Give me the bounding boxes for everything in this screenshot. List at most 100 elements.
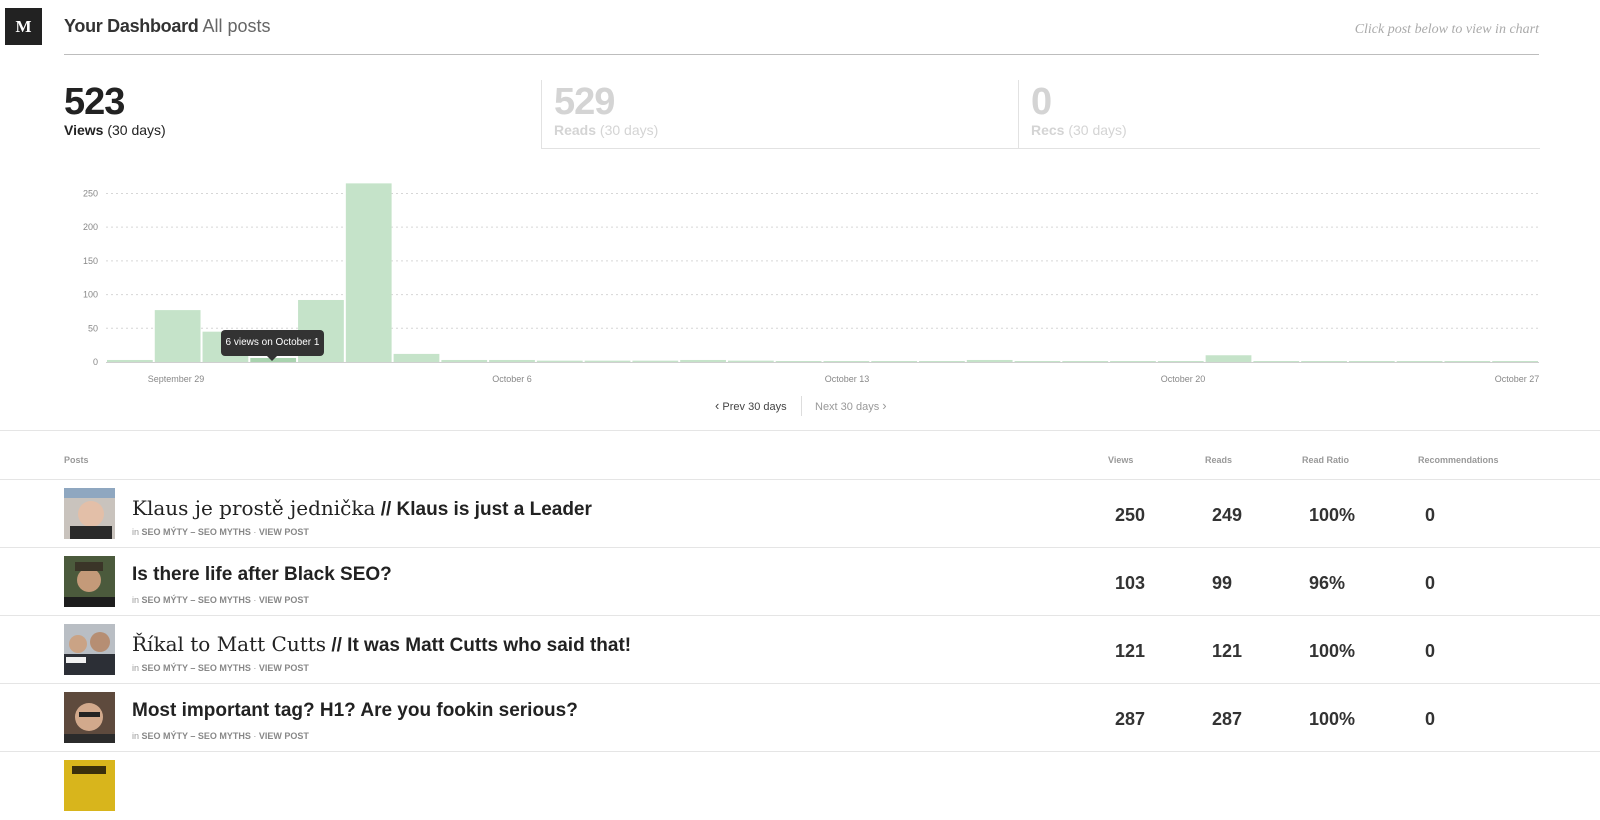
cell-recommendations: 0	[1425, 641, 1436, 661]
meta-in: in	[132, 595, 140, 605]
post-title[interactable]: Most important tag? H1? Are you fookin s…	[132, 700, 578, 722]
views-chart: 0 50 100 150 200 250 September 29 October 6 Octo…	[83, 183, 1540, 384]
medium-logo[interactable]: M	[5, 8, 42, 45]
chart-tooltip: 6 views on October 1	[221, 330, 324, 361]
chart-bar[interactable]	[1205, 355, 1252, 362]
meta-in: in	[132, 527, 140, 537]
chart-bar[interactable]	[1348, 361, 1395, 362]
y-tick-label: 250	[83, 188, 98, 198]
post-meta: in SEO MÝTY – SEO MYTHS · VIEW POST	[132, 731, 309, 741]
chevron-right-icon: ›	[882, 398, 887, 413]
post-title[interactable]: Klaus je prostě jednička // Klaus is jus…	[132, 496, 592, 521]
column-header-views[interactable]: Views	[1108, 455, 1133, 465]
publication-link[interactable]: SEO MÝTY – SEO MYTHS	[142, 527, 251, 537]
publication-link[interactable]: SEO MÝTY – SEO MYTHS	[142, 595, 251, 605]
chart-bar[interactable]	[727, 360, 774, 362]
prev-30-days-button[interactable]: ‹ Prev 30 days	[715, 398, 787, 413]
chart-bar[interactable]	[680, 359, 726, 362]
column-header-posts[interactable]: Posts	[64, 455, 89, 465]
chart-bar[interactable]	[1253, 361, 1300, 362]
stat-recs-period: (30 days)	[1068, 122, 1127, 138]
next-30-days-label: Next 30 days	[815, 401, 880, 413]
chart-bar[interactable]	[107, 359, 153, 362]
column-header-read-ratio[interactable]: Read Ratio	[1302, 455, 1349, 465]
table-row[interactable]: Most important tag? H1? Are you fookin s…	[0, 683, 1600, 752]
page-title: Your Dashboard All posts	[64, 16, 271, 37]
stat-recs-tab[interactable]: 0 Recs (30 days)	[1018, 80, 1540, 149]
post-meta: in SEO MÝTY – SEO MYTHS · VIEW POST	[132, 595, 309, 605]
chart-bar[interactable]	[584, 360, 631, 362]
table-row[interactable]: Říkal to Matt Cutts // It was Matt Cutts…	[0, 615, 1600, 684]
chart-bar[interactable]	[1157, 361, 1204, 362]
table-row[interactable]: Is there life after Black SEO? in SEO MÝ…	[0, 547, 1600, 616]
post-thumbnail	[64, 556, 115, 607]
post-thumbnail	[64, 624, 115, 675]
y-tick-label: 200	[83, 222, 98, 232]
column-header-reads[interactable]: Reads	[1205, 455, 1232, 465]
stat-recs-label: Recs (30 days)	[1031, 122, 1127, 138]
publication-link[interactable]: SEO MÝTY – SEO MYTHS	[142, 731, 251, 741]
x-tick-label: October 13	[825, 374, 870, 384]
chart-bar[interactable]	[1014, 361, 1061, 362]
stat-reads-tab[interactable]: 529 Reads (30 days)	[541, 80, 1018, 149]
post-title-lead: Klaus je prostě jednička	[132, 496, 376, 520]
meta-in: in	[132, 731, 140, 741]
post-thumbnail-image	[64, 624, 115, 675]
chart-bar[interactable]	[154, 310, 201, 362]
stat-reads-label-text: Reads	[554, 122, 597, 138]
chart-bar[interactable]	[345, 183, 392, 362]
stat-views-label-text: Views	[64, 122, 104, 138]
post-title[interactable]: Říkal to Matt Cutts // It was Matt Cutts…	[132, 632, 631, 657]
table-row[interactable]: Klaus je prostě jednička // Klaus is jus…	[0, 479, 1600, 548]
chart-hint: Click post below to view in chart	[1354, 22, 1539, 37]
column-header-recommendations[interactable]: Recommendations	[1418, 455, 1499, 465]
pager-divider	[801, 396, 802, 416]
chart-bar[interactable]	[1062, 361, 1109, 362]
cell-views: 121	[1115, 641, 1146, 661]
cell-views: 287	[1115, 709, 1146, 729]
prev-30-days-label: Prev 30 days	[722, 401, 787, 413]
chart-bar[interactable]	[536, 360, 583, 362]
view-post-link[interactable]: VIEW POST	[259, 731, 309, 741]
post-title-rest: // It was Matt Cutts who said that!	[331, 635, 632, 656]
chart-bar[interactable]	[775, 361, 822, 362]
chart-bar[interactable]	[489, 359, 535, 362]
meta-in: in	[132, 663, 140, 673]
meta-sep: ·	[253, 663, 257, 673]
chart-bar[interactable]	[871, 361, 918, 362]
cell-reads: 287	[1212, 709, 1243, 729]
post-title[interactable]: Is there life after Black SEO?	[132, 564, 392, 586]
chart-bar[interactable]	[441, 359, 488, 362]
chart-bar[interactable]	[1301, 361, 1347, 362]
post-meta: in SEO MÝTY – SEO MYTHS · VIEW POST	[132, 663, 309, 673]
y-tick-label: 100	[83, 290, 98, 300]
cell-recommendations: 0	[1425, 709, 1436, 729]
view-post-link[interactable]: VIEW POST	[259, 663, 309, 673]
stat-views-tab[interactable]: 523 Views (30 days)	[64, 80, 540, 148]
stat-views-value: 523	[64, 81, 125, 123]
chart-bar[interactable]	[1492, 361, 1538, 362]
post-thumbnail-image	[64, 760, 115, 811]
publication-link[interactable]: SEO MÝTY – SEO MYTHS	[142, 663, 251, 673]
table-divider	[0, 430, 1600, 431]
view-post-link[interactable]: VIEW POST	[259, 595, 309, 605]
stat-views-label: Views (30 days)	[64, 122, 166, 138]
chart-bar[interactable]	[919, 361, 965, 362]
cell-views: 103	[1115, 573, 1146, 593]
chart-bar[interactable]	[393, 353, 440, 362]
chart-bar[interactable]	[632, 360, 679, 362]
next-30-days-button[interactable]: Next 30 days ›	[815, 398, 887, 413]
x-tick-label: October 20	[1161, 374, 1206, 384]
x-tick-label: October 27	[1495, 374, 1540, 384]
post-title-rest: Most important tag? H1? Are you fookin s…	[132, 700, 578, 721]
post-meta: in SEO MÝTY – SEO MYTHS · VIEW POST	[132, 527, 309, 537]
chart-bar[interactable]	[1444, 361, 1491, 362]
table-row-partial[interactable]	[0, 751, 1600, 820]
chart-bar[interactable]	[1396, 361, 1443, 362]
view-post-link[interactable]: VIEW POST	[259, 527, 309, 537]
chart-bar[interactable]	[823, 361, 870, 362]
meta-sep: ·	[253, 595, 257, 605]
chart-bar[interactable]	[966, 359, 1013, 362]
chart-bar[interactable]	[1110, 361, 1156, 362]
page-title-light: All posts	[202, 16, 271, 36]
